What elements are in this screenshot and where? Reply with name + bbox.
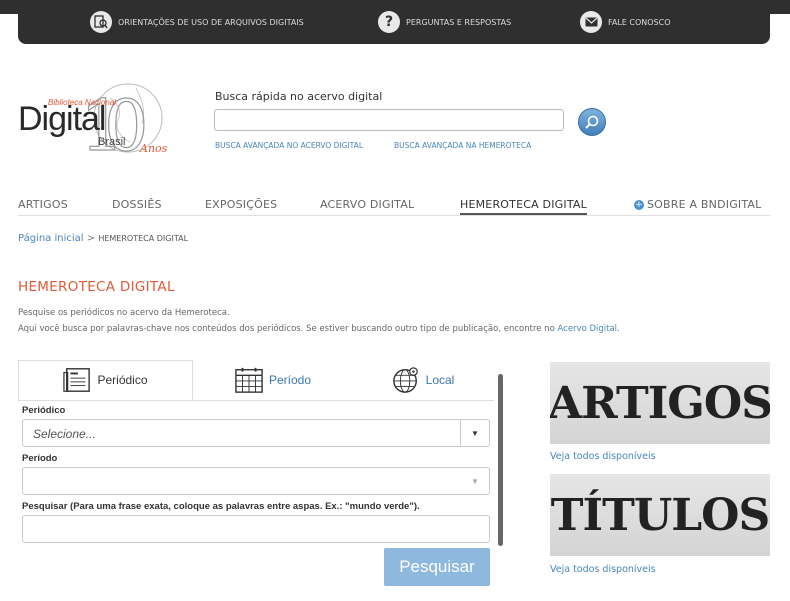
titulos-banner-text: TÍTULOS: [550, 489, 770, 541]
magnifier-icon: [585, 115, 599, 129]
top-link-label: FALE CONOSCO: [608, 17, 671, 27]
page-description-2-text: Aqui você busca por palavras-chave nos c…: [18, 324, 555, 334]
periodo-select[interactable]: ▼: [22, 467, 490, 495]
tab-bar: Periódico Período Local: [18, 360, 494, 401]
tab-periodico[interactable]: Periódico: [18, 360, 193, 400]
newspaper-icon: [63, 367, 91, 393]
periodico-label: Periódico: [22, 405, 66, 416]
nav-item-sobre-label: SOBRE A BNDIGITAL: [647, 198, 762, 211]
nav-item-hemeroteca-digital[interactable]: HEMEROTECA DIGITAL: [460, 198, 587, 215]
tab-local-label: Local: [425, 373, 455, 387]
top-link-label: ORIENTAÇÕES DE USO DE ARQUIVOS DIGITAIS: [118, 17, 304, 27]
page-title: HEMEROTECA DIGITAL: [18, 279, 175, 295]
artigos-banner-text: ARTIGOS: [550, 377, 770, 429]
search-panel: Periódico Período Local Periódico Seleci…: [18, 360, 504, 592]
chevron-down-icon: ▼: [471, 476, 479, 486]
advanced-search-acervo-link[interactable]: BUSCA AVANÇADA NO ACERVO DIGITAL: [215, 141, 363, 150]
breadcrumb: Página inicial > HEMEROTECA DIGITAL: [18, 233, 188, 244]
page-description-1: Pesquise os periódicos no acervo da Heme…: [18, 308, 230, 318]
tab-local[interactable]: Local: [353, 360, 493, 400]
search-button[interactable]: [578, 108, 606, 136]
tab-periodo-label: Período: [268, 373, 312, 387]
page-description-2-end: .: [617, 324, 620, 334]
artigos-banner[interactable]: ARTIGOS: [550, 362, 770, 444]
titulos-see-all-link[interactable]: Veja todos disponíveis: [550, 564, 656, 575]
breadcrumb-home-link[interactable]: Página inicial: [18, 233, 84, 244]
logo-line3: Brasil: [98, 136, 126, 148]
acervo-digital-link[interactable]: Acervo Digital: [557, 324, 617, 334]
periodo-label: Período: [22, 453, 58, 464]
calendar-icon: [235, 367, 263, 393]
chevron-down-icon: ▼: [460, 420, 489, 446]
top-link-label: PERGUNTAS E RESPOSTAS: [406, 17, 512, 27]
plus-icon: +: [634, 200, 644, 210]
page-description-2: Aqui você busca por palavras-chave nos c…: [18, 324, 620, 334]
search-input[interactable]: [214, 109, 564, 131]
tab-periodico-label: Periódico: [97, 373, 148, 387]
search-label: Busca rápida no acervo digital: [215, 90, 383, 103]
tab-periodo[interactable]: Período: [193, 360, 353, 400]
nav-divider: [18, 215, 770, 216]
breadcrumb-current: HEMEROTECA DIGITAL: [98, 234, 189, 243]
nav-item-sobre[interactable]: + SOBRE A BNDIGITAL: [634, 198, 761, 211]
pesquisar-label: Pesquisar (Para uma frase exata, coloque…: [22, 501, 420, 512]
pesquisar-button[interactable]: Pesquisar: [384, 548, 490, 586]
breadcrumb-separator: >: [86, 233, 96, 244]
nav-item-exposicoes[interactable]: EXPOSIÇÕES: [205, 198, 277, 211]
periodico-select-value: Selecione...: [33, 427, 96, 441]
logo-line2: Digital: [18, 100, 106, 138]
periodico-select[interactable]: Selecione... ▼: [22, 419, 490, 447]
nav-item-dossies[interactable]: DOSSIÊS: [112, 198, 162, 211]
logo-anos: Anos: [140, 142, 168, 155]
search-document-icon: [90, 11, 112, 33]
nav-item-acervo-digital[interactable]: ACERVO DIGITAL: [320, 198, 414, 211]
advanced-search-hemeroteca-link[interactable]: BUSCA AVANÇADA NA HEMEROTECA: [394, 141, 531, 150]
bndigital-logo[interactable]: 1 0 Biblioteca Nacional Digital Brasil A…: [18, 80, 178, 168]
mail-icon: [580, 11, 602, 33]
top-link-perguntas[interactable]: ? PERGUNTAS E RESPOSTAS: [378, 9, 511, 35]
top-bar: ORIENTAÇÕES DE USO DE ARQUIVOS DIGITAIS …: [18, 0, 770, 44]
scrollbar[interactable]: [498, 374, 503, 546]
pesquisar-input[interactable]: [22, 515, 490, 543]
titulos-banner[interactable]: TÍTULOS: [550, 474, 770, 556]
artigos-see-all-link[interactable]: Veja todos disponíveis: [550, 451, 656, 462]
question-icon: ?: [378, 11, 400, 33]
globe-icon: [392, 367, 420, 393]
top-link-orientacoes[interactable]: ORIENTAÇÕES DE USO DE ARQUIVOS DIGITAIS: [90, 9, 304, 35]
nav-item-artigos[interactable]: ARTIGOS: [18, 198, 68, 211]
top-link-fale-conosco[interactable]: FALE CONOSCO: [580, 9, 671, 35]
